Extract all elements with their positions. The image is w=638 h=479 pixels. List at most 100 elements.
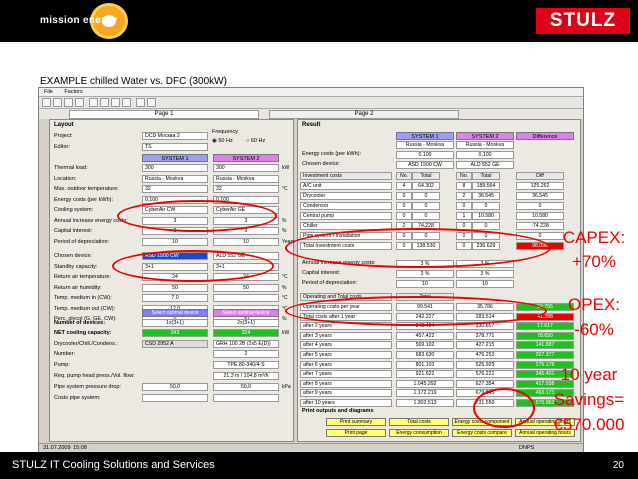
operating-cell: 1.045.292	[396, 379, 454, 388]
previous-record-icon[interactable]	[100, 98, 109, 107]
last-record-icon[interactable]	[122, 98, 131, 107]
select-optimal-button-2[interactable]: Select optimal device	[213, 309, 279, 317]
new-file-icon[interactable]	[42, 98, 51, 107]
layout-row-label: Max. outdoor temperature:	[54, 186, 119, 192]
savings-highlight	[473, 388, 535, 428]
number-system-2: 2	[213, 350, 279, 358]
layout-row-system-2[interactable]: 32	[213, 185, 279, 193]
savings-callout-line2: Savings=	[553, 390, 625, 409]
layout-row-system-2[interactable]	[213, 294, 279, 302]
investment-cell: A/C unit	[300, 182, 392, 190]
layout-row-system-2[interactable]: 300	[213, 164, 279, 172]
layout-row-system-1[interactable]: 32	[142, 185, 208, 193]
select-optimal-button-1[interactable]: Select optimal device	[142, 309, 208, 317]
result-chosen-2: ALD 552 GE	[456, 161, 514, 169]
editor-row: Editor: TS	[50, 143, 293, 152]
pump-system-2: TPE 80-340/4-S	[213, 361, 279, 369]
operating-cell: 1.302.513	[396, 399, 454, 407]
menu-file[interactable]: File	[39, 88, 58, 96]
save-icon[interactable]	[64, 98, 73, 107]
pipecost-system-2[interactable]	[213, 394, 279, 402]
investment-cell: Condensor	[300, 202, 392, 210]
menu-factors[interactable]: Factors	[59, 88, 87, 96]
layout-row-system-2[interactable]: Russia - Moskva	[213, 174, 279, 183]
pipepress-system-2[interactable]: 50,0	[213, 383, 279, 391]
drycooler-system-2[interactable]: GRH 100 2B (2x5 E(D))	[213, 340, 279, 348]
footer-text: STULZ IT Cooling Solutions and Services	[12, 459, 215, 471]
print-output-button[interactable]: Energy consumption	[389, 429, 449, 437]
result-chosen-1: ASD 1500 CW	[396, 161, 454, 169]
investment-cell: 189.564	[472, 182, 500, 190]
add-record-icon[interactable]	[136, 98, 145, 107]
layout-row-label: Annual increase energy costs:	[54, 217, 128, 224]
toolbar	[39, 97, 583, 109]
headpress-row: Req. pump head press./Vol. flow: 21,3 m …	[50, 372, 293, 381]
print-output-button[interactable]: Energy costs compare	[452, 429, 512, 437]
tab-page-1[interactable]: Page 1	[69, 110, 259, 119]
next-record-icon[interactable]	[111, 98, 120, 107]
freq-50hz-radio[interactable]: ◉ 50 Hz	[212, 138, 233, 144]
layout-row-label: Standby capacity:	[54, 263, 98, 270]
investment-cell: 64.302	[412, 182, 440, 190]
freq-60hz-label: 60 Hz	[250, 138, 266, 144]
layout-row-system-1[interactable]: 50	[142, 283, 208, 292]
system-1-header: SYSTEM 1	[142, 154, 208, 162]
print-output-button[interactable]: Print summary	[326, 418, 386, 426]
print-icon[interactable]	[75, 98, 84, 107]
layout-row-system-1[interactable]: Russia - Moskva	[142, 174, 208, 183]
pipecost-label: Costs pipe system:	[54, 395, 101, 401]
operating-cell: after 10 years	[300, 399, 392, 407]
print-outputs-label: Print outputs and diagrams	[302, 408, 374, 414]
pipepress-system-1[interactable]: 50,0	[142, 383, 208, 391]
operating-cell: after 4 years	[300, 341, 392, 350]
editor-label: Editor:	[54, 144, 70, 150]
layout-row-system-2[interactable]: 10	[213, 237, 279, 246]
operating-cell: 141.887	[516, 341, 574, 350]
layout-row-label: Location:	[54, 175, 77, 182]
pipecost-system-1[interactable]	[142, 394, 208, 402]
operating-cell: after 8 years	[300, 379, 392, 388]
print-output-button[interactable]: Total costs	[389, 418, 449, 426]
investment-cell: 0	[396, 192, 412, 200]
result-panel-title: Result	[302, 122, 321, 128]
tab-page-2[interactable]: Page 2	[269, 110, 459, 119]
result-energy-1: 0,100	[396, 151, 454, 159]
pipepress-row: Pipe system pressure drop: 50,0 50,0 kPa	[50, 383, 293, 392]
investment-cell: 0	[396, 212, 412, 220]
drycooler-row: Drycooler/Chill./Condens.: CSD 2952 A GR…	[50, 340, 293, 349]
operating-cell: 457.422	[396, 331, 454, 340]
investment-cell: 0	[516, 202, 564, 210]
system-2-header: SYSTEM 2	[213, 154, 279, 162]
investment-cell: 0	[412, 202, 440, 210]
operating-cell: 378.771	[456, 331, 514, 340]
print-output-button[interactable]: Print page	[326, 429, 386, 437]
operating-cell: 569.102	[396, 341, 454, 350]
investment-cell: 0	[456, 202, 472, 210]
delete-record-icon[interactable]	[147, 98, 156, 107]
capex-callout-value: +70%	[572, 252, 616, 271]
mission-energy-logo: mission energy	[28, 3, 168, 39]
layout-row-unit: kW	[282, 165, 290, 171]
drycooler-system-1[interactable]: CSD 2952 A	[142, 340, 208, 348]
freq-60hz-radio[interactable]: ○ 60 Hz	[246, 138, 265, 144]
layout-row-system-2[interactable]: 50	[213, 283, 279, 292]
netcap-unit: kW	[282, 330, 290, 336]
open-folder-icon[interactable]	[53, 98, 62, 107]
layout-row-label: Return air temperature:	[54, 274, 111, 280]
investment-cell: 0	[412, 192, 440, 200]
first-record-icon[interactable]	[89, 98, 98, 107]
project-input[interactable]: DCD Москва 2	[142, 132, 208, 140]
operating-cell: after 6 years	[300, 360, 392, 369]
investment-cell: 0	[472, 222, 500, 230]
netcap-row: NET cooling capacity: 343 324 kW	[50, 329, 293, 338]
layout-row-system-1[interactable]: 300	[142, 164, 208, 172]
freq-50hz-label: 50 Hz	[218, 138, 233, 144]
layout-row-unit: %	[282, 217, 287, 224]
investment-cell: 10.580	[472, 212, 500, 220]
layout-row-system-1[interactable]: 7,0	[142, 294, 208, 302]
layout-row-system-1[interactable]: 10	[142, 237, 208, 246]
result-system-1-header: SYSTEM 1	[396, 132, 454, 140]
layout-row-label: Cooling system:	[54, 207, 94, 213]
editor-input[interactable]: TS	[142, 143, 208, 151]
layout-row-label: Thermal load:	[54, 165, 88, 171]
